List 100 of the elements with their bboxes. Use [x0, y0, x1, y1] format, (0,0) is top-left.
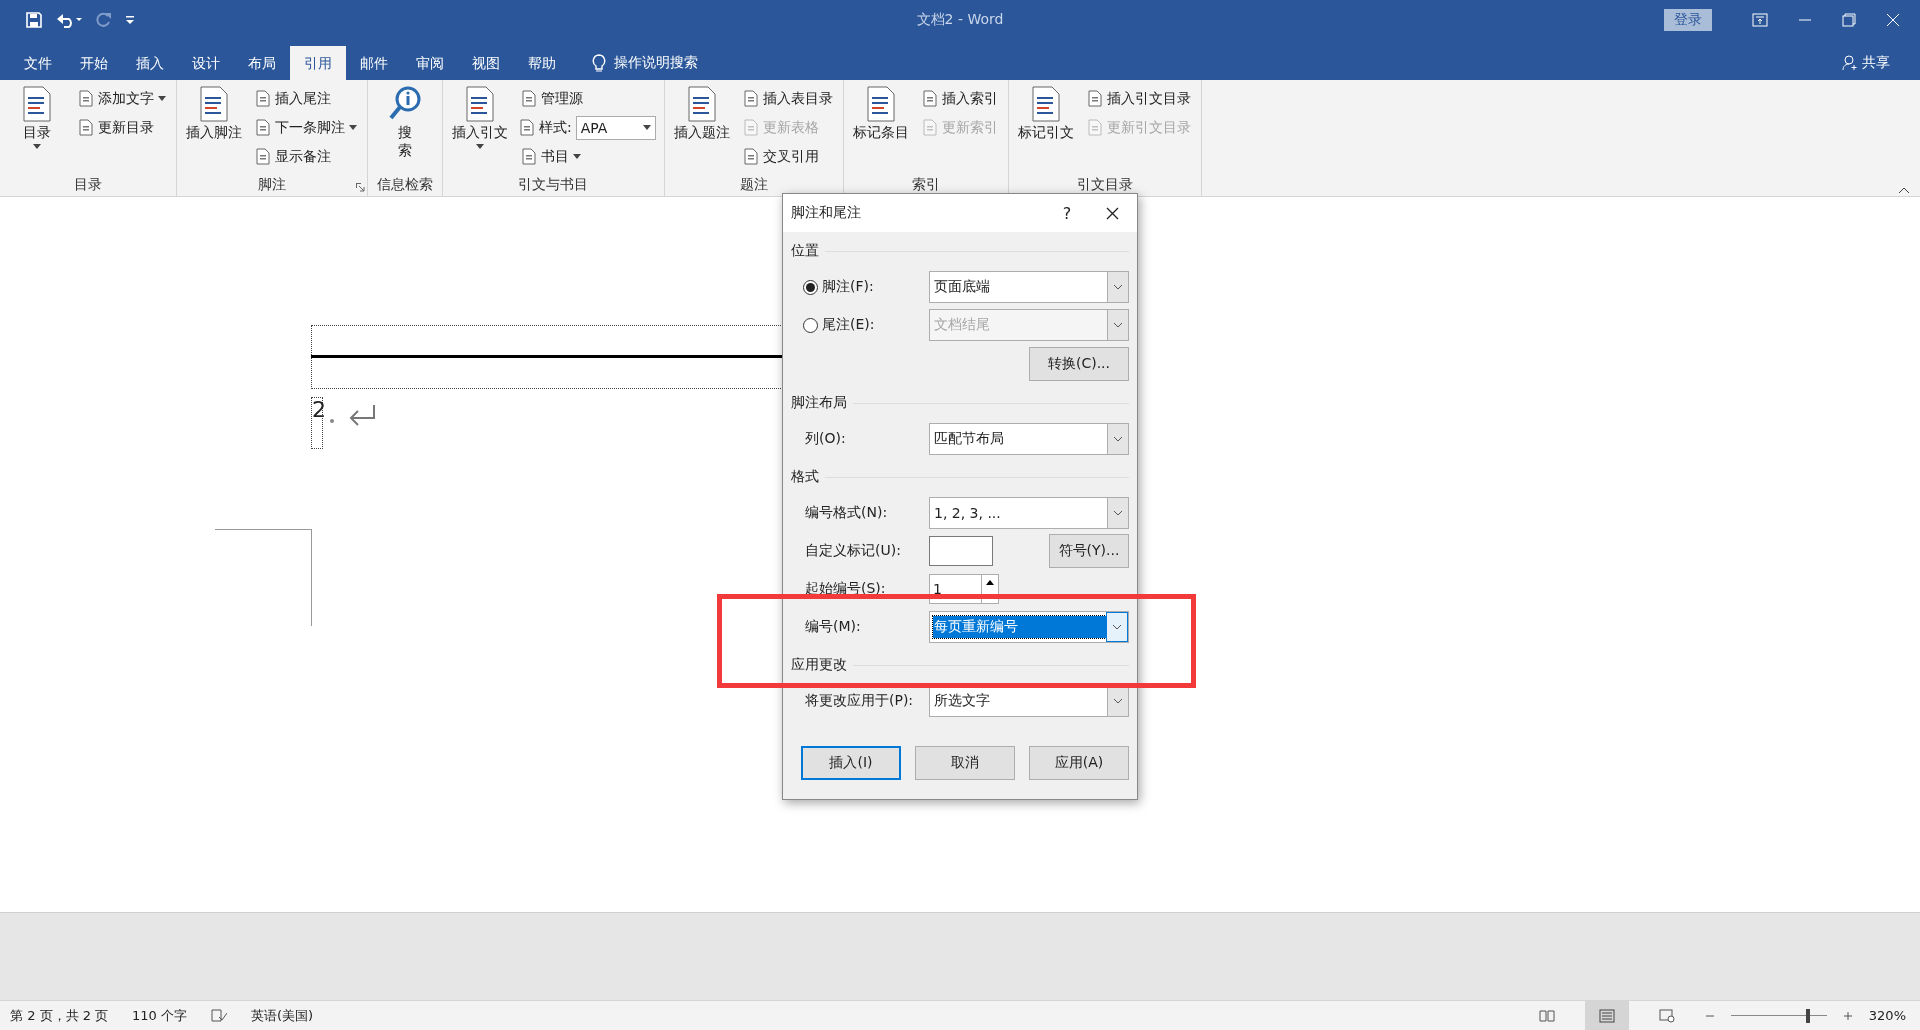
- caret-icon: [476, 144, 484, 149]
- zoom-in-icon[interactable]: [1842, 1010, 1853, 1021]
- ribbon-tab[interactable]: 设计: [178, 46, 234, 80]
- document-icon: [199, 86, 229, 122]
- web-page-icon: [1658, 1008, 1675, 1023]
- ribbon-tab[interactable]: 插入: [122, 46, 178, 80]
- convert-button[interactable]: 转换(C)...: [1029, 347, 1129, 381]
- collapse-ribbon-icon[interactable]: [1898, 187, 1910, 194]
- zoom-level[interactable]: 320%: [1868, 1008, 1906, 1023]
- group-label: 索引: [910, 175, 941, 194]
- page-icon: [1598, 1008, 1615, 1023]
- footnote-number: 2: [311, 397, 323, 449]
- undo-icon[interactable]: [56, 12, 82, 28]
- radio-indicator[interactable]: [803, 279, 818, 295]
- print-layout-button[interactable]: [1584, 1000, 1629, 1030]
- document-icon: [78, 90, 94, 107]
- section-heading: 应用更改: [791, 656, 847, 674]
- ribbon-tab[interactable]: 视图: [458, 46, 514, 80]
- caret-icon: [573, 154, 581, 159]
- lightbulb-icon: [592, 54, 606, 72]
- dialog-button[interactable]: 取消: [915, 746, 1015, 780]
- ribbon-tab[interactable]: 开始: [66, 46, 122, 80]
- document-icon: [1086, 90, 1103, 107]
- ribbon-button[interactable]: 下一条脚注: [253, 113, 359, 142]
- document-icon: [686, 86, 717, 122]
- proofing-icon[interactable]: [211, 1008, 228, 1023]
- ribbon-button[interactable]: 标记条目: [851, 84, 910, 171]
- ribbon-button[interactable]: 管理源: [519, 84, 656, 113]
- dropdown-field[interactable]: 匹配节布局: [929, 423, 1129, 455]
- group-label: 题注: [738, 175, 769, 194]
- language-indicator[interactable]: 英语(美国): [251, 1006, 314, 1025]
- chevron-down-icon: [1113, 284, 1123, 290]
- ribbon-button[interactable]: 插入引文: [451, 84, 509, 171]
- field-label: 编号(M):: [804, 618, 862, 636]
- ribbon-button[interactable]: 交叉引用: [740, 142, 835, 171]
- document-icon: [742, 119, 759, 136]
- ribbon-button[interactable]: 书目: [519, 142, 656, 171]
- symbol-button[interactable]: 符号(Y)...: [1049, 534, 1129, 568]
- spin-up-icon[interactable]: [986, 579, 994, 585]
- ribbon-button[interactable]: 插入脚注: [185, 84, 243, 171]
- help-button[interactable]: ?: [1047, 203, 1087, 223]
- style-dropdown[interactable]: APA: [575, 115, 656, 140]
- ribbon-button[interactable]: 搜索: [376, 84, 434, 171]
- slider-thumb[interactable]: [1805, 1008, 1810, 1023]
- dropdown-field[interactable]: 页面底端: [929, 271, 1129, 303]
- document-icon: [742, 148, 759, 165]
- dropdown-field[interactable]: 1, 2, 3, ...: [929, 497, 1129, 529]
- redo-icon[interactable]: [96, 12, 112, 28]
- ribbon-tab[interactable]: 引用: [290, 46, 346, 80]
- sign-in-button[interactable]: 登录: [1664, 9, 1712, 31]
- ribbon-button[interactable]: 插入表目录: [740, 84, 835, 113]
- group-label: 信息检索: [376, 175, 434, 194]
- save-icon[interactable]: [26, 12, 42, 28]
- ribbon-button[interactable]: 插入索引: [919, 84, 1000, 113]
- restore-icon[interactable]: [1842, 13, 1856, 27]
- ribbon-tab[interactable]: 布局: [234, 46, 290, 80]
- document-icon: [521, 148, 537, 165]
- word-count[interactable]: 110 个字: [132, 1006, 188, 1025]
- chevron-down-icon: [1113, 436, 1123, 442]
- document-icon: [1086, 119, 1103, 136]
- dropdown-field[interactable]: 每页重新编号: [929, 611, 1129, 643]
- caret-icon: [642, 125, 651, 130]
- close-icon[interactable]: [1105, 206, 1119, 220]
- ribbon-tab[interactable]: 审阅: [402, 46, 458, 80]
- document-icon: [742, 90, 759, 107]
- input-field[interactable]: [929, 536, 993, 566]
- ribbon-button[interactable]: 目录: [8, 84, 66, 171]
- document-icon: [921, 119, 938, 136]
- ribbon-display-icon[interactable]: [1752, 13, 1768, 27]
- document-icon: [465, 86, 495, 122]
- radio-button[interactable]: 脚注(F):: [791, 278, 929, 296]
- ribbon-button[interactable]: 插入尾注: [253, 84, 359, 113]
- page-count[interactable]: 第 2 页，共 2 页: [10, 1006, 109, 1025]
- paragraph-mark-icon: [348, 405, 376, 427]
- ribbon-button[interactable]: 标记引文: [1016, 84, 1075, 171]
- caret-icon: [349, 125, 357, 130]
- section-heading: 格式: [791, 468, 819, 486]
- ribbon-tab[interactable]: 帮助: [514, 46, 570, 80]
- ribbon-button[interactable]: 添加文字: [76, 84, 168, 113]
- ribbon-button[interactable]: 显示备注: [253, 142, 359, 171]
- dialog-launcher-icon[interactable]: [356, 183, 365, 192]
- dialog-button[interactable]: 应用(A): [1029, 746, 1129, 780]
- document-icon: [22, 86, 52, 122]
- ribbon-tab[interactable]: 邮件: [346, 46, 402, 80]
- dialog-button[interactable]: 插入(I): [801, 746, 901, 780]
- document-icon: [521, 90, 537, 107]
- document-icon: [255, 119, 271, 136]
- share-button[interactable]: 共享: [1842, 46, 1920, 80]
- document-icon: [78, 119, 94, 136]
- field-label: 将更改应用于(P):: [804, 692, 915, 710]
- document-icon: [865, 86, 896, 122]
- ribbon-button[interactable]: 插入题注: [672, 84, 731, 171]
- tell-me-search[interactable]: 操作说明搜索: [570, 46, 698, 80]
- customize-icon[interactable]: [126, 16, 134, 24]
- window-title: 文档2 - Word: [916, 11, 1004, 27]
- style-label: 样式:: [539, 118, 572, 137]
- document-icon: [519, 119, 535, 136]
- ribbon-button[interactable]: 更新目录: [76, 113, 168, 142]
- ribbon-button[interactable]: 插入引文目录: [1084, 84, 1193, 113]
- ribbon-tab[interactable]: 文件: [10, 46, 66, 80]
